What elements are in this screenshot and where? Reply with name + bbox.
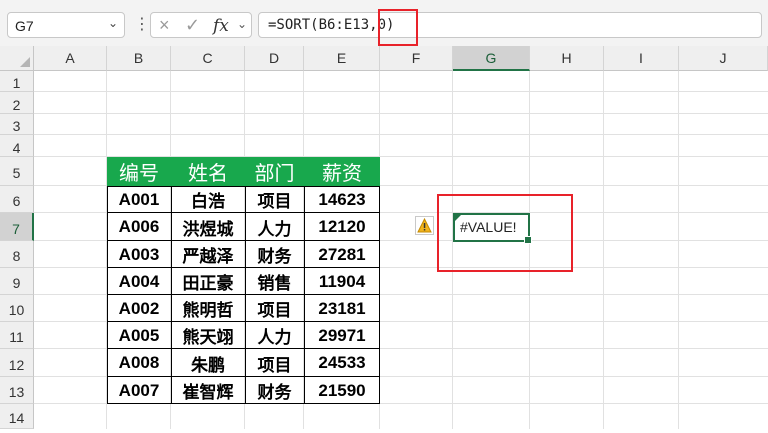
table-border	[107, 348, 380, 349]
column-header-j[interactable]: J	[679, 46, 768, 71]
table-border	[107, 186, 380, 187]
table-cell[interactable]: 财务	[245, 377, 304, 404]
row-header-10[interactable]: 10	[0, 295, 34, 322]
column-header-i[interactable]: I	[604, 46, 679, 71]
table-cell[interactable]: 23181	[304, 295, 380, 322]
table-cell[interactable]: A006	[107, 213, 171, 241]
table-cell[interactable]: 24533	[304, 349, 380, 377]
table-border	[245, 186, 246, 404]
table-cell[interactable]: 项目	[245, 295, 304, 322]
table-border	[304, 186, 305, 404]
chevron-down-icon[interactable]: ⌄	[237, 17, 247, 31]
enter-icon[interactable]: ✓	[185, 15, 200, 36]
formula-actions: × ✓ fx ⌄	[150, 12, 252, 38]
table-border	[107, 267, 380, 268]
row-header-9[interactable]: 9	[0, 268, 34, 295]
row-header-11[interactable]: 11	[0, 322, 34, 349]
table-cell[interactable]: 21590	[304, 377, 380, 404]
row-header-6[interactable]: 6	[0, 186, 34, 213]
row-header-7[interactable]: 7	[0, 213, 34, 241]
column-header-d[interactable]: D	[245, 46, 304, 71]
table-border	[107, 294, 380, 295]
table-cell[interactable]: 14623	[304, 186, 380, 213]
more-options-icon[interactable]: ⋮	[134, 13, 150, 37]
column-header-c[interactable]: C	[171, 46, 245, 71]
table-cell[interactable]: 崔智辉	[171, 377, 245, 404]
table-cell[interactable]: 熊天翊	[171, 322, 245, 349]
table-border	[379, 186, 380, 404]
table-header-cell[interactable]: 编号	[107, 157, 171, 186]
row-header-5[interactable]: 5	[0, 157, 34, 186]
table-cell[interactable]: 熊明哲	[171, 295, 245, 322]
column-header-g[interactable]: G	[453, 46, 530, 71]
highlight-box	[437, 194, 573, 272]
table-cell[interactable]: 29971	[304, 322, 380, 349]
column-header-b[interactable]: B	[107, 46, 171, 71]
table-border	[107, 403, 380, 404]
name-box-value: G7	[15, 18, 34, 34]
table-cell[interactable]: 销售	[245, 268, 304, 295]
table-cell[interactable]: 人力	[245, 322, 304, 349]
row-header-14[interactable]: 14	[0, 404, 34, 429]
table-border	[107, 376, 380, 377]
formula-input[interactable]: =SORT(B6:E13,0)	[258, 12, 762, 38]
table-cell[interactable]: 11904	[304, 268, 380, 295]
table-cell[interactable]: A003	[107, 241, 171, 268]
table-cell[interactable]: A004	[107, 268, 171, 295]
insert-function-icon[interactable]: fx	[213, 16, 229, 36]
table-cell[interactable]: 项目	[245, 186, 304, 213]
row-header-1[interactable]: 1	[0, 71, 34, 92]
row-header-12[interactable]: 12	[0, 349, 34, 377]
table-cell[interactable]: A005	[107, 322, 171, 349]
grid-line	[34, 134, 768, 135]
column-header-f[interactable]: F	[380, 46, 453, 71]
table-cell[interactable]: 田正豪	[171, 268, 245, 295]
table-cell[interactable]: 12120	[304, 213, 380, 241]
row-header-2[interactable]: 2	[0, 92, 34, 114]
column-header-a[interactable]: A	[34, 46, 107, 71]
table-cell[interactable]: 27281	[304, 241, 380, 268]
table-cell[interactable]: 项目	[245, 349, 304, 377]
chevron-down-icon[interactable]: ⌄	[108, 16, 118, 30]
cancel-icon[interactable]: ×	[159, 15, 170, 36]
grid-line	[34, 91, 768, 92]
table-cell[interactable]: 洪煜城	[171, 213, 245, 241]
select-all-corner[interactable]	[0, 46, 34, 71]
table-cell[interactable]: 朱鹏	[171, 349, 245, 377]
table-cell[interactable]: 严越泽	[171, 241, 245, 268]
table-cell[interactable]: A001	[107, 186, 171, 213]
table-cell[interactable]: A007	[107, 377, 171, 404]
formula-text: =SORT(B6:E13,0)	[268, 17, 395, 33]
table-border	[107, 212, 380, 213]
table-header-cell[interactable]: 部门	[245, 157, 304, 186]
highlight-box	[378, 9, 418, 46]
row-header-8[interactable]: 8	[0, 241, 34, 268]
column-header-e[interactable]: E	[304, 46, 380, 71]
row-header-3[interactable]: 3	[0, 114, 34, 135]
table-header-cell[interactable]: 姓名	[171, 157, 245, 186]
table-header-cell[interactable]: 薪资	[304, 157, 380, 186]
table-cell[interactable]: A002	[107, 295, 171, 322]
row-header-4[interactable]: 4	[0, 135, 34, 157]
column-header-h[interactable]: H	[530, 46, 604, 71]
table-border	[171, 186, 172, 404]
formula-bar-area: G7 ⌄ ⋮ × ✓ fx ⌄ =SORT(B6:E13,0)	[0, 0, 768, 47]
table-cell[interactable]: 白浩	[171, 186, 245, 213]
table-cell[interactable]: A008	[107, 349, 171, 377]
name-box[interactable]: G7 ⌄	[7, 12, 125, 38]
table-border	[107, 240, 380, 241]
table-border	[107, 186, 108, 404]
error-warning-icon[interactable]	[415, 216, 434, 235]
table-border	[107, 321, 380, 322]
table-cell[interactable]: 人力	[245, 213, 304, 241]
row-header-13[interactable]: 13	[0, 377, 34, 404]
grid-line	[34, 113, 768, 114]
table-cell[interactable]: 财务	[245, 241, 304, 268]
